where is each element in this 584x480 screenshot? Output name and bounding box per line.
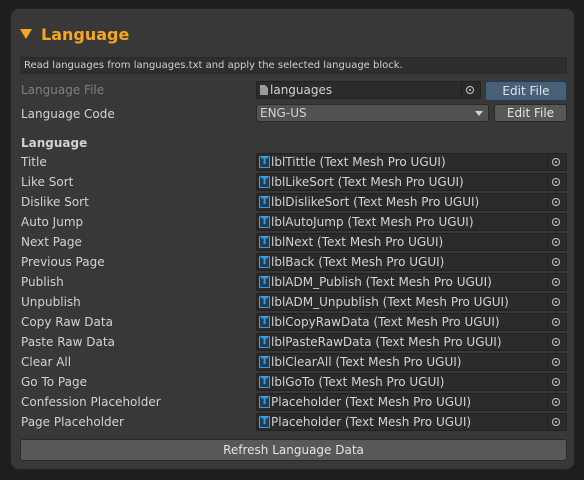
- object-field[interactable]: TlblBack (Text Mesh Pro UGUI): [256, 253, 567, 271]
- object-field[interactable]: TlblCopyRawData (Text Mesh Pro UGUI): [256, 313, 567, 331]
- object-field[interactable]: TlblClearAll (Text Mesh Pro UGUI): [256, 353, 567, 371]
- file-icon: [260, 85, 268, 95]
- object-picker-icon[interactable]: [547, 395, 564, 409]
- object-field-value: lblAutoJump (Text Mesh Pro UGUI): [271, 215, 474, 229]
- text-mesh-pro-icon: T: [259, 336, 270, 348]
- object-picker-icon[interactable]: [547, 335, 564, 349]
- field-label: Go To Page: [21, 375, 87, 389]
- field-label: Unpublish: [21, 295, 81, 309]
- text-mesh-pro-icon: T: [259, 236, 270, 248]
- object-field[interactable]: TlblGoTo (Text Mesh Pro UGUI): [256, 373, 567, 391]
- object-picker-icon[interactable]: [461, 83, 478, 97]
- object-field-value: lblCopyRawData (Text Mesh Pro UGUI): [271, 315, 500, 329]
- text-mesh-pro-icon: T: [259, 376, 270, 388]
- object-picker-icon[interactable]: [547, 155, 564, 169]
- field-label: Confession Placeholder: [21, 395, 161, 409]
- edit-file-button-1[interactable]: Edit File: [485, 81, 567, 101]
- triangle-down-icon: [20, 29, 32, 39]
- object-field-value: lblBack (Text Mesh Pro UGUI): [271, 255, 445, 269]
- object-picker-icon[interactable]: [547, 255, 564, 269]
- text-mesh-pro-icon: T: [259, 316, 270, 328]
- field-label: Title: [21, 155, 47, 169]
- field-label: Paste Raw Data: [21, 335, 115, 349]
- object-field-value: lblPasteRawData (Text Mesh Pro UGUI): [271, 335, 502, 349]
- object-field-value: lblLikeSort (Text Mesh Pro UGUI): [271, 175, 464, 189]
- language-code-value: ENG-US: [260, 106, 307, 120]
- text-mesh-pro-icon: T: [259, 196, 270, 208]
- object-picker-icon[interactable]: [547, 195, 564, 209]
- object-picker-icon[interactable]: [547, 355, 564, 369]
- object-picker-icon[interactable]: [547, 295, 564, 309]
- text-mesh-pro-icon: T: [259, 276, 270, 288]
- object-field-value: lblClearAll (Text Mesh Pro UGUI): [271, 355, 462, 369]
- object-field[interactable]: TlblDislikeSort (Text Mesh Pro UGUI): [256, 193, 567, 211]
- object-field-value: lblADM_Publish (Text Mesh Pro UGUI): [271, 275, 492, 289]
- language-code-dropdown[interactable]: ENG-US: [256, 104, 489, 122]
- text-mesh-pro-icon: T: [259, 256, 270, 268]
- object-field[interactable]: TlblTittle (Text Mesh Pro UGUI): [256, 153, 567, 171]
- text-mesh-pro-icon: T: [259, 356, 270, 368]
- object-picker-icon[interactable]: [547, 235, 564, 249]
- field-label: Next Page: [21, 235, 82, 249]
- field-label: Like Sort: [21, 175, 74, 189]
- object-field-value: lblDislikeSort (Text Mesh Pro UGUI): [271, 195, 480, 209]
- language-code-label: Language Code: [21, 107, 115, 121]
- language-section-label: Language: [21, 136, 88, 150]
- object-field-value: lblNext (Text Mesh Pro UGUI): [271, 235, 444, 249]
- field-label: Clear All: [21, 355, 72, 369]
- field-label: Auto Jump: [21, 215, 84, 229]
- section-title: Language: [41, 24, 130, 44]
- field-label: Page Placeholder: [21, 415, 124, 429]
- object-picker-icon[interactable]: [547, 275, 564, 289]
- edit-file-button-2[interactable]: Edit File: [494, 104, 567, 122]
- object-field[interactable]: TlblAutoJump (Text Mesh Pro UGUI): [256, 213, 567, 231]
- object-field[interactable]: TlblADM_Unpublish (Text Mesh Pro UGUI): [256, 293, 567, 311]
- object-field[interactable]: TlblLikeSort (Text Mesh Pro UGUI): [256, 173, 567, 191]
- foldout-header[interactable]: Language: [18, 22, 129, 46]
- language-file-value: languages: [270, 83, 333, 97]
- object-field[interactable]: T Placeholder (Text Mesh Pro UGUI): [256, 393, 567, 411]
- object-field-value: lblTittle (Text Mesh Pro UGUI): [271, 155, 446, 169]
- object-picker-icon[interactable]: [547, 315, 564, 329]
- text-mesh-pro-icon: T: [259, 396, 270, 408]
- object-field-value: Placeholder (Text Mesh Pro UGUI): [271, 415, 472, 429]
- text-mesh-pro-icon: T: [259, 156, 270, 168]
- object-field[interactable]: TlblPasteRawData (Text Mesh Pro UGUI): [256, 333, 567, 351]
- object-picker-icon[interactable]: [547, 215, 564, 229]
- object-picker-icon[interactable]: [547, 375, 564, 389]
- language-file-field[interactable]: languages: [256, 81, 481, 99]
- field-label: Publish: [21, 275, 64, 289]
- language-file-label: Language File: [21, 83, 105, 97]
- object-picker-icon[interactable]: [547, 415, 564, 429]
- object-field-value: lblADM_Unpublish (Text Mesh Pro UGUI): [271, 295, 509, 309]
- help-box: Read languages from languages.txt and ap…: [20, 57, 567, 74]
- text-mesh-pro-icon: T: [259, 216, 270, 228]
- object-field[interactable]: T Placeholder (Text Mesh Pro UGUI): [256, 413, 567, 431]
- text-mesh-pro-icon: T: [259, 176, 270, 188]
- object-picker-icon[interactable]: [547, 175, 564, 189]
- object-field-value: Placeholder (Text Mesh Pro UGUI): [271, 395, 472, 409]
- text-mesh-pro-icon: T: [259, 416, 270, 428]
- refresh-language-data-button[interactable]: Refresh Language Data: [20, 439, 567, 461]
- object-field[interactable]: TlblNext (Text Mesh Pro UGUI): [256, 233, 567, 251]
- field-label: Dislike Sort: [21, 195, 89, 209]
- object-field[interactable]: TlblADM_Publish (Text Mesh Pro UGUI): [256, 273, 567, 291]
- chevron-down-icon: [475, 111, 483, 116]
- object-field-value: lblGoTo (Text Mesh Pro UGUI): [271, 375, 445, 389]
- field-label: Copy Raw Data: [21, 315, 113, 329]
- field-label: Previous Page: [21, 255, 105, 269]
- text-mesh-pro-icon: T: [259, 296, 270, 308]
